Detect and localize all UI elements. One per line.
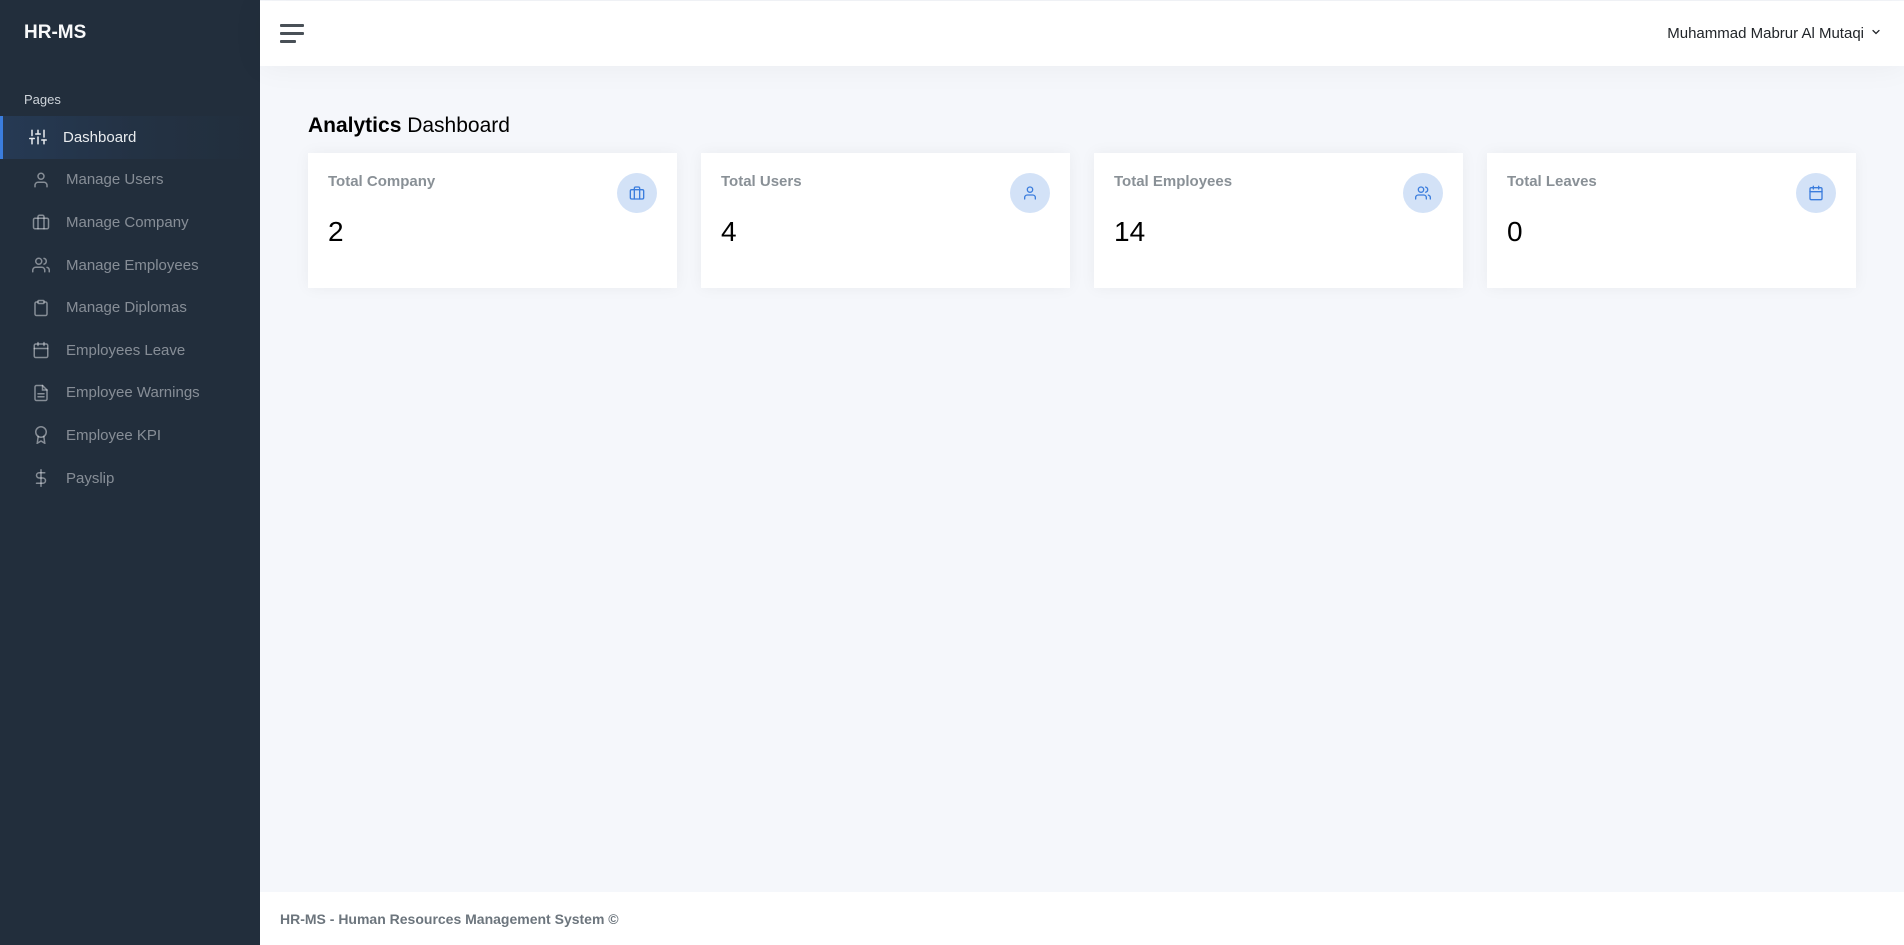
card-total-leaves: Total Leaves 0 [1487, 153, 1856, 288]
card-total-users: Total Users 4 [701, 153, 1070, 288]
stat-cards: Total Company 2 Total Users 4 Total Empl… [308, 153, 1856, 288]
sidebar-item-employee-kpi[interactable]: Employee KPI [0, 414, 260, 457]
page-title-bold: Analytics [308, 114, 402, 137]
card-value: 2 [328, 216, 344, 247]
card-title: Total Company [328, 173, 436, 190]
sidebar-item-dashboard[interactable]: Dashboard [0, 116, 260, 159]
sidebar-item-manage-users[interactable]: Manage Users [0, 159, 260, 202]
sidebar-item-employees-leave[interactable]: Employees Leave [0, 329, 260, 372]
sidebar-header: Pages [24, 92, 61, 107]
card-title: Total Users [721, 173, 802, 190]
sidebar-item-label: Manage Company [66, 213, 189, 231]
calendar-icon [32, 341, 50, 359]
sidebar-item-label: Dashboard [63, 128, 137, 146]
briefcase-icon [617, 173, 657, 213]
sliders-icon [29, 128, 47, 146]
card-value: 4 [721, 216, 737, 247]
calendar-icon [1796, 173, 1836, 213]
page-title-rest: Dashboard [401, 114, 510, 137]
sidebar-item-employee-warnings[interactable]: Employee Warnings [0, 372, 260, 415]
card-title: Total Leaves [1507, 173, 1597, 190]
sidebar-item-label: Employee Warnings [66, 384, 200, 402]
card-total-company: Total Company 2 [308, 153, 677, 288]
user-name: Muhammad Mabrur Al Mutaqi [1667, 25, 1864, 42]
sidebar-item-manage-diplomas[interactable]: Manage Diplomas [0, 286, 260, 329]
user-icon [32, 171, 50, 189]
sidebar-item-label: Manage Users [66, 171, 164, 189]
sidebar-item-label: Manage Employees [66, 256, 199, 274]
file-text-icon [32, 384, 50, 402]
sidebar-item-label: Employees Leave [66, 341, 186, 359]
card-value: 0 [1507, 216, 1523, 247]
chevron-down-icon [1870, 25, 1882, 42]
sidebar: HR-MS Pages Dashboard Manage Users Manag… [0, 0, 260, 945]
card-total-employees: Total Employees 14 [1094, 153, 1463, 288]
main-content: Analytics Dashboard Total Company 2 Tota… [260, 66, 1904, 892]
topbar: Muhammad Mabrur Al Mutaqi [260, 1, 1904, 66]
users-icon [1403, 173, 1443, 213]
award-icon [32, 426, 50, 445]
sidebar-item-label: Payslip [66, 469, 115, 487]
sidebar-item-label: Manage Diplomas [66, 299, 187, 317]
user-menu[interactable]: Muhammad Mabrur Al Mutaqi [1667, 25, 1882, 42]
card-title: Total Employees [1114, 173, 1233, 190]
dollar-sign-icon [32, 469, 50, 488]
sidebar-item-manage-company[interactable]: Manage Company [0, 201, 260, 244]
users-icon [32, 256, 50, 274]
user-icon [1010, 173, 1050, 213]
card-value: 14 [1114, 216, 1146, 247]
brand-logo[interactable]: HR-MS [0, 0, 260, 66]
page-title: Analytics Dashboard [308, 114, 1856, 138]
menu-toggle-icon[interactable] [280, 23, 306, 45]
footer: HR-MS - Human Resources Management Syste… [260, 892, 1904, 945]
sidebar-nav: Dashboard Manage Users Manage Company Ma… [0, 116, 260, 499]
clipboard-icon [32, 299, 50, 317]
briefcase-icon [32, 213, 50, 231]
sidebar-item-payslip[interactable]: Payslip [0, 457, 260, 500]
footer-text: HR-MS - Human Resources Management Syste… [280, 910, 619, 927]
sidebar-item-manage-employees[interactable]: Manage Employees [0, 244, 260, 287]
sidebar-item-label: Employee KPI [66, 426, 162, 444]
